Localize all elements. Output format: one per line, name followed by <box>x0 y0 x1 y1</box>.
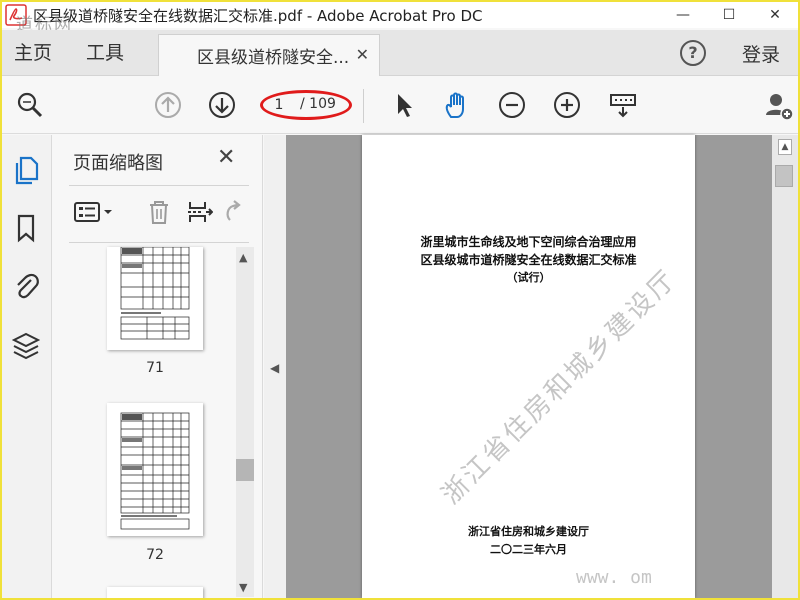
url-watermark: www. om <box>576 567 652 588</box>
pdf-page: 浙里城市生命线及地下空间综合治理应用 区县级城市道桥隧安全在线数据汇交标准 （试… <box>362 135 695 598</box>
scrollbar-thumb[interactable] <box>775 165 793 187</box>
maximize-button[interactable]: ☐ <box>706 2 752 28</box>
document-date: 二〇二三年六月 <box>490 543 567 556</box>
scroll-up-arrow-icon[interactable]: ▲ <box>239 251 247 264</box>
close-panel-button[interactable]: ✕ <box>217 145 235 170</box>
hand-icon[interactable] <box>442 91 470 119</box>
zoom-in-icon[interactable] <box>553 91 581 119</box>
document-watermark: 浙江省住房和城乡建设厅 <box>436 263 684 511</box>
close-tab-button[interactable]: ✕ <box>356 45 369 64</box>
zoom-out-icon[interactable] <box>498 91 526 119</box>
layers-icon[interactable] <box>11 331 41 360</box>
title-bar: 道标网 区县级道桥隧安全在线数据汇交标准.pdf - Adobe Acrobat… <box>2 2 798 35</box>
document-title-line-1: 浙里城市生命线及地下空间综合治理应用 <box>420 235 637 249</box>
document-title-line-2: 区县级城市道桥隧安全在线数据汇交标准 <box>420 253 637 267</box>
window-title: 区县级道桥隧安全在线数据汇交标准.pdf - Adobe Acrobat Pro… <box>33 6 483 25</box>
acrobat-window: 道标网 区县级道桥隧安全在线数据汇交标准.pdf - Adobe Acrobat… <box>2 2 798 598</box>
scrollbar-thumb[interactable] <box>236 459 254 481</box>
keyboard-icon[interactable] <box>608 91 636 119</box>
panel-title: 页面缩略图 <box>73 153 163 174</box>
document-scrollbar[interactable]: ▲ <box>772 135 798 598</box>
tab-document[interactable]: 区县级道桥隧安全... ✕ <box>158 34 380 76</box>
help-icon[interactable]: ? <box>680 40 706 66</box>
document-issuer: 浙江省住房和城乡建设厅 <box>468 525 589 538</box>
document-tab-label: 区县级道桥隧安全... <box>197 48 350 68</box>
navigation-rail <box>2 135 52 598</box>
attachment-icon[interactable] <box>12 271 40 299</box>
login-button[interactable]: 登录 <box>742 30 780 76</box>
tab-bar: 主页 工具 区县级道桥隧安全... ✕ ? 登录 <box>2 30 798 76</box>
cursor-arrow-icon[interactable] <box>390 91 418 119</box>
tab-tools[interactable]: 工具 <box>86 30 124 76</box>
collapse-arrow-icon: ◀ <box>270 361 280 375</box>
close-window-button[interactable]: ✕ <box>752 2 798 28</box>
insert-page-icon[interactable] <box>185 198 214 226</box>
collapse-panel-handle[interactable]: ◀ <box>264 135 286 598</box>
toolbar-divider <box>363 89 364 123</box>
thumbnail-scrollbar[interactable]: ▲ ▼ <box>236 247 254 597</box>
tab-home[interactable]: 主页 <box>14 30 52 76</box>
thumbnail-toolbar <box>69 185 249 243</box>
thumbnail-page-number: 72 <box>146 547 164 563</box>
red-highlight-oval <box>260 90 352 120</box>
arrow-down-circle-icon[interactable] <box>208 91 236 119</box>
page-thumbnail-72[interactable] <box>107 403 203 536</box>
page-thumbnail-73[interactable] <box>107 587 203 598</box>
delete-page-icon[interactable] <box>145 198 173 226</box>
arrow-up-circle-icon[interactable] <box>154 91 182 119</box>
document-view[interactable]: 浙里城市生命线及地下空间综合治理应用 区县级城市道桥隧安全在线数据汇交标准 （试… <box>286 135 772 598</box>
add-user-icon[interactable] <box>764 91 794 121</box>
page-thumbnails-icon[interactable] <box>12 155 40 185</box>
thumbnail-options-icon[interactable] <box>73 198 117 226</box>
thumbnail-page-number: 71 <box>146 360 164 376</box>
page-thumbnail-71[interactable] <box>107 247 203 350</box>
scroll-down-arrow-icon[interactable]: ▼ <box>239 581 247 594</box>
toolbar: / 109 <box>2 77 798 134</box>
search-icon[interactable] <box>16 91 44 119</box>
rotate-page-icon[interactable] <box>221 198 249 226</box>
scroll-up-arrow-icon[interactable]: ▲ <box>778 139 792 155</box>
minimize-button[interactable]: — <box>660 2 706 28</box>
bookmark-icon[interactable] <box>12 213 40 243</box>
thumbnails-panel: 页面缩略图 ✕ 71 72 ▲ ▼ <box>53 135 263 598</box>
